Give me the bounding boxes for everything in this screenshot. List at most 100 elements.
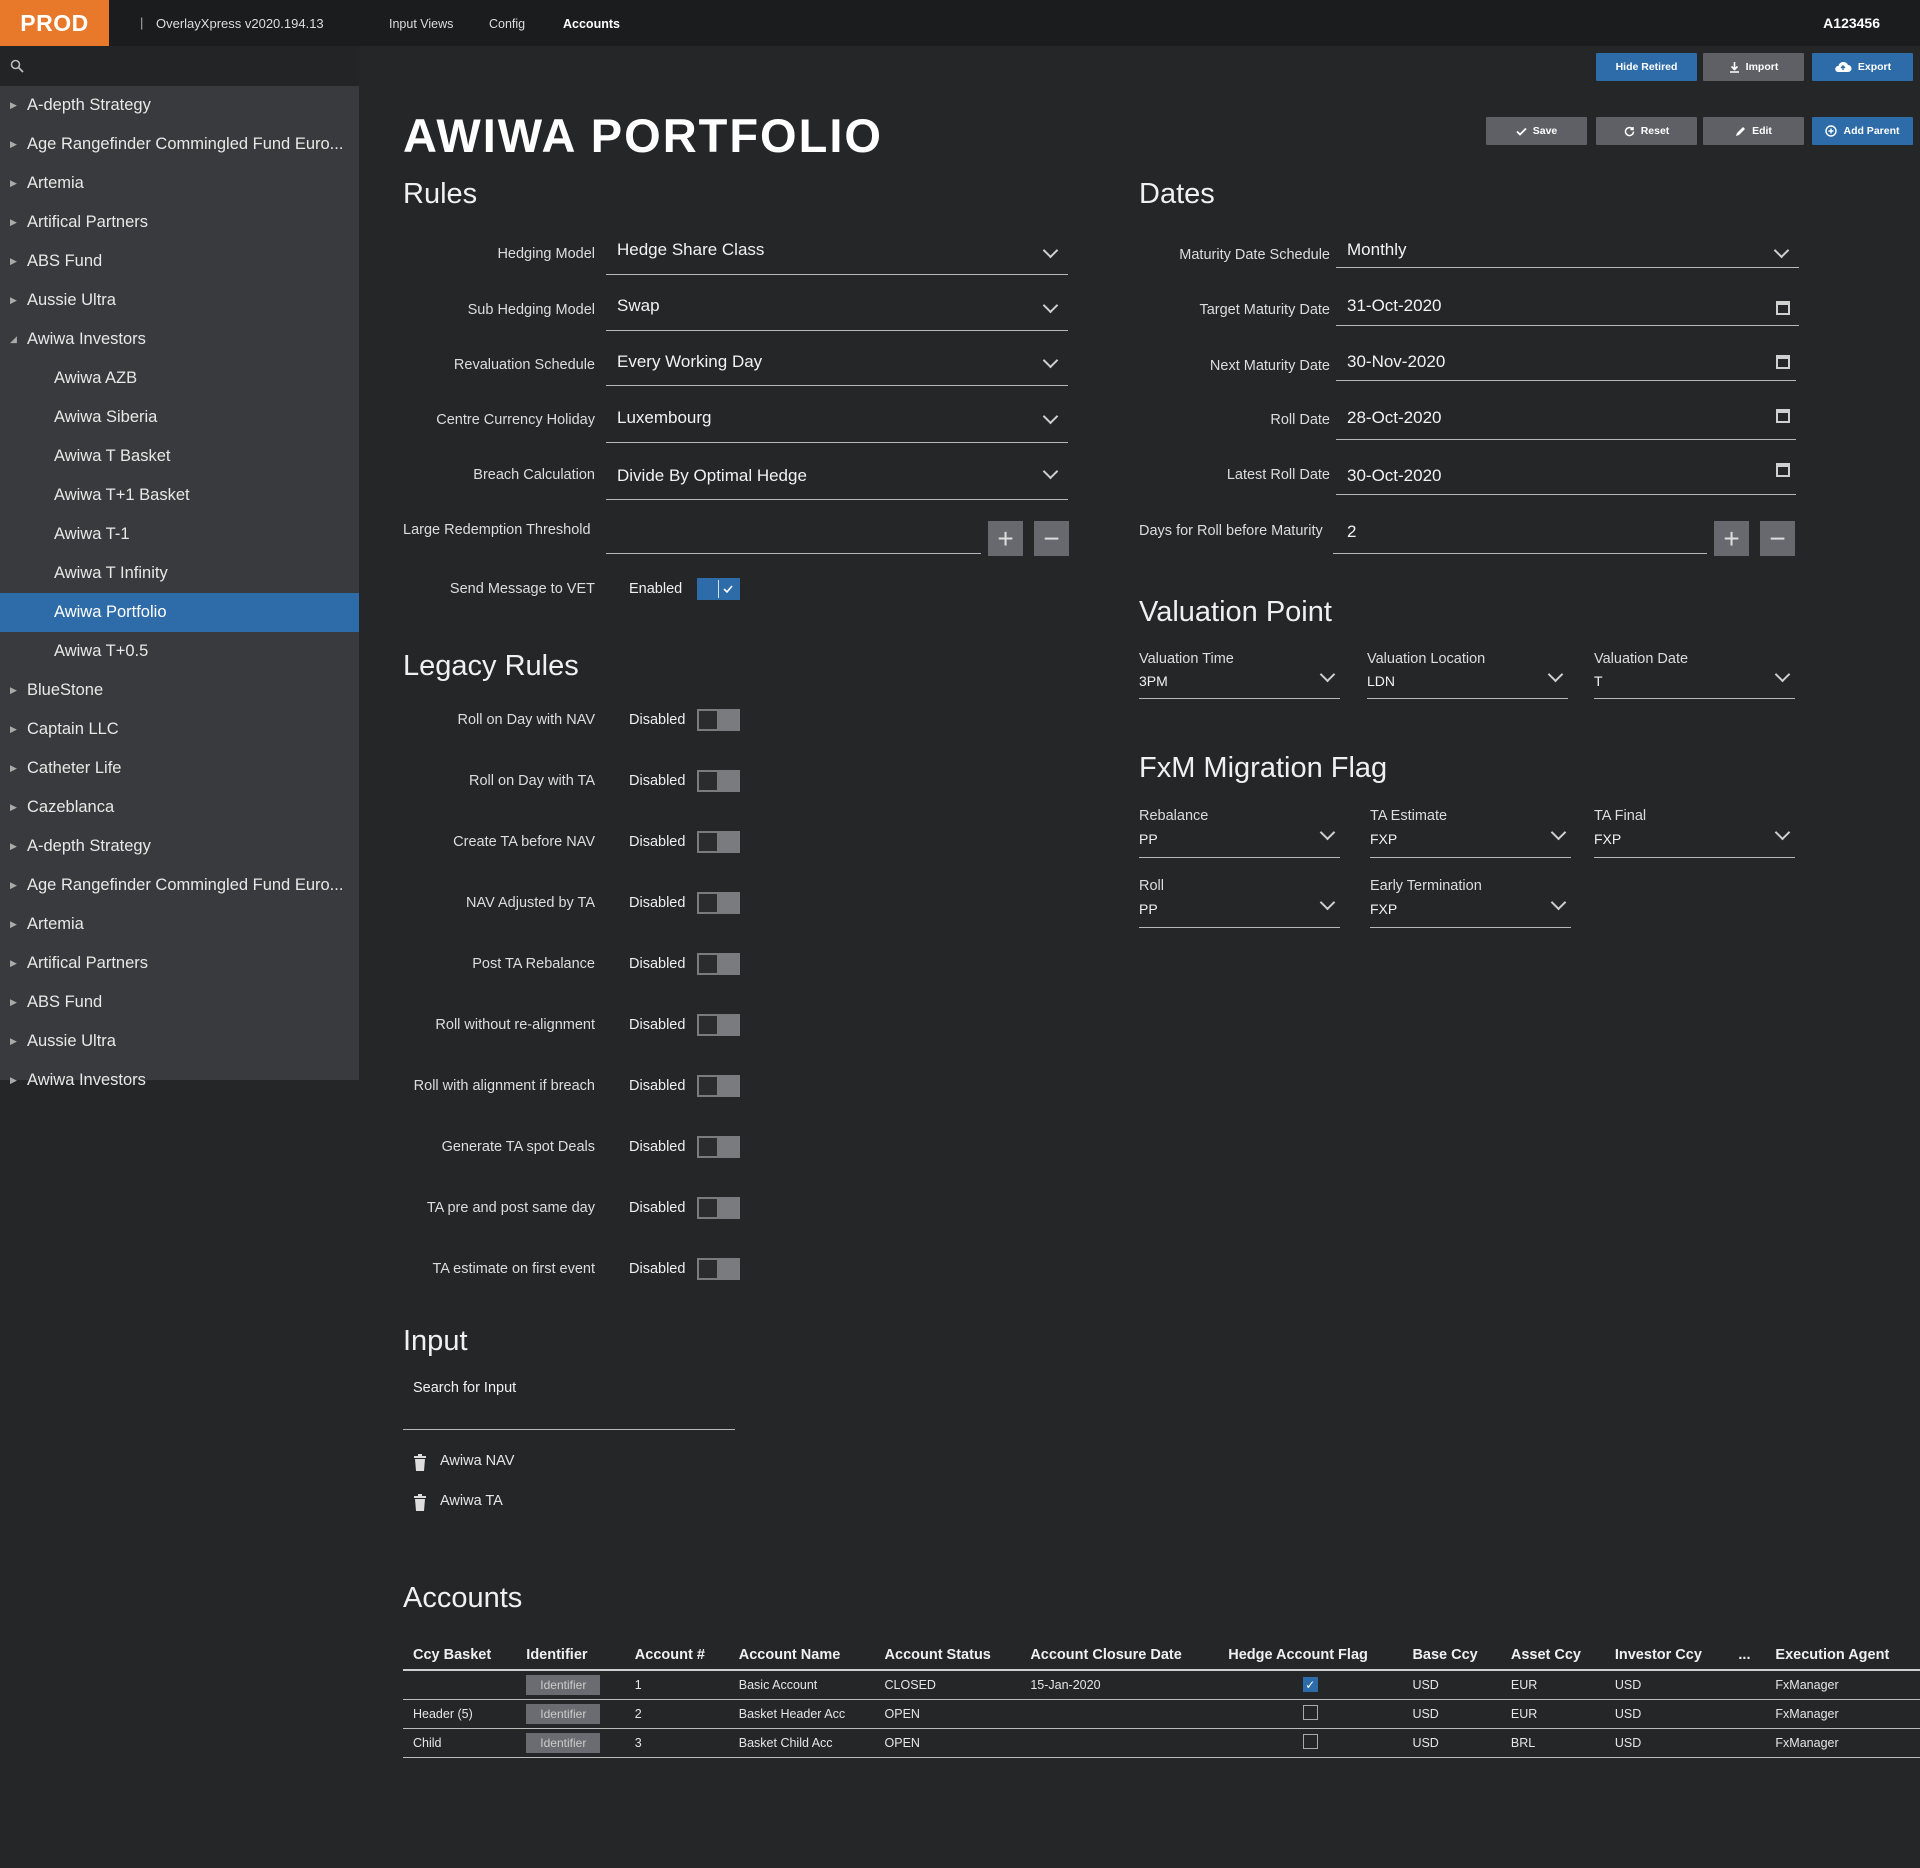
send-message-toggle[interactable] [697,578,740,600]
edit-button[interactable]: Edit [1703,117,1804,145]
sidebar-item[interactable]: ▶ Aussie Ultra [0,281,359,320]
sidebar-item[interactable]: Awiwa Siberia [0,398,359,437]
caret-right-icon[interactable]: ▶ [0,685,27,696]
trash-icon[interactable] [413,1454,427,1471]
hedge-flag-checkbox[interactable] [1302,1733,1318,1749]
sidebar-item[interactable]: ▶ Artemia [0,164,359,203]
sidebar-item[interactable]: ▶ Captain LLC [0,710,359,749]
sidebar-search[interactable] [0,46,359,86]
caret-right-icon[interactable]: ▶ [0,841,27,852]
sidebar-item[interactable]: ▶ BlueStone [0,671,359,710]
import-button[interactable]: Import [1703,53,1804,81]
column-header[interactable]: Investor Ccy [1604,1640,1729,1671]
decrement-button[interactable]: − [1760,521,1795,556]
caret-right-icon[interactable]: ▶ [0,217,27,228]
caret-expanded-icon[interactable]: ◢ [0,334,27,345]
legacy-rule-toggle[interactable] [697,831,740,853]
legacy-rule-toggle[interactable] [697,1258,740,1280]
identifier-button[interactable]: Identifier [526,1703,601,1724]
identifier-button[interactable]: Identifier [526,1732,601,1753]
legacy-rule-toggle[interactable] [697,1075,740,1097]
sidebar-item[interactable]: ▶ Aussie Ultra [0,1022,359,1061]
identifier-button[interactable]: Identifier [526,1674,601,1695]
sidebar-item[interactable]: ▶ Artifical Partners [0,944,359,983]
legacy-rule-toggle[interactable] [697,1136,740,1158]
caret-right-icon[interactable]: ▶ [0,178,27,189]
nav-input-views[interactable]: Input Views [389,17,453,31]
nav-config[interactable]: Config [489,17,525,31]
calendar-icon[interactable] [1776,409,1790,423]
table-row[interactable]: Header (5) Identifier 2 Basket Header Acc OP… [403,1699,1920,1729]
hide-retired-button[interactable]: Hide Retired [1596,53,1697,81]
column-header[interactable]: ... [1728,1640,1766,1671]
decrement-button[interactable]: − [1034,521,1069,556]
nav-accounts[interactable]: Accounts [563,17,620,31]
column-header[interactable]: Account Closure Date [1020,1640,1219,1671]
caret-right-icon[interactable]: ▶ [0,100,27,111]
sidebar-item[interactable]: ▶ Age Rangefinder Commingled Fund Euro... [0,866,359,905]
column-header[interactable]: Identifier [516,1640,625,1671]
caret-right-icon[interactable]: ▶ [0,139,27,150]
sidebar-item[interactable]: Awiwa Portfolio [0,593,359,632]
column-header[interactable]: Account Name [728,1640,875,1671]
calendar-icon[interactable] [1776,463,1790,477]
legacy-rule-toggle[interactable] [697,1014,740,1036]
caret-right-icon[interactable]: ▶ [0,724,27,735]
increment-button[interactable]: + [988,521,1023,556]
sub-hedging-model-label: Sub Hedging Model [467,302,595,318]
sidebar-item[interactable]: Awiwa T Infinity [0,554,359,593]
legacy-rule-toggle[interactable] [697,892,740,914]
caret-right-icon[interactable]: ▶ [0,763,27,774]
sidebar-item[interactable]: Awiwa T-1 [0,515,359,554]
trash-icon[interactable] [413,1494,427,1511]
hedge-flag-checkbox[interactable] [1302,1704,1318,1720]
caret-right-icon[interactable]: ▶ [0,1075,27,1086]
increment-button[interactable]: + [1714,521,1749,556]
caret-right-icon[interactable]: ▶ [0,1036,27,1047]
caret-right-icon[interactable]: ▶ [0,958,27,969]
column-header[interactable]: Account Status [874,1640,1021,1671]
sidebar-item[interactable]: ◢ Awiwa Investors [0,320,359,359]
caret-right-icon[interactable]: ▶ [0,997,27,1008]
table-row[interactable]: Identifier 1 Basic Account CLOSED 15-Jan-202… [403,1670,1920,1700]
sidebar-item[interactable]: Awiwa T+0.5 [0,632,359,671]
sidebar-item[interactable]: ▶ Artifical Partners [0,203,359,242]
legacy-rule-toggle[interactable] [697,953,740,975]
sidebar-item[interactable]: ▶ Catheter Life [0,749,359,788]
sidebar-item[interactable]: ▶ Awiwa Investors [0,1061,359,1100]
sidebar-item[interactable]: Awiwa AZB [0,359,359,398]
sidebar-item[interactable]: ▶ Cazeblanca [0,788,359,827]
sidebar-item[interactable]: ▶ Artemia [0,905,359,944]
column-header[interactable]: Base Ccy [1402,1640,1501,1671]
caret-right-icon[interactable]: ▶ [0,256,27,267]
caret-right-icon[interactable]: ▶ [0,919,27,930]
sidebar-item[interactable]: Awiwa T+1 Basket [0,476,359,515]
calendar-icon[interactable] [1776,355,1790,369]
sidebar-item[interactable]: ▶ Age Rangefinder Commingled Fund Euro... [0,125,359,164]
reset-button[interactable]: Reset [1596,117,1697,145]
column-header[interactable]: Execution Agent [1765,1640,1920,1671]
export-button[interactable]: Export [1812,53,1913,81]
user-id[interactable]: A123456 [1823,15,1880,31]
caret-right-icon[interactable]: ▶ [0,880,27,891]
add-parent-button[interactable]: Add Parent [1812,117,1913,145]
legacy-rule-toggle[interactable] [697,770,740,792]
sidebar-item[interactable]: ▶ A-depth Strategy [0,86,359,125]
caret-right-icon[interactable]: ▶ [0,802,27,813]
hedge-flag-checkbox[interactable]: ✓ [1302,1677,1318,1693]
column-header[interactable]: Ccy Basket [403,1640,517,1671]
column-header[interactable]: Account # [624,1640,729,1671]
calendar-icon[interactable] [1776,301,1790,315]
column-header[interactable]: Asset Ccy [1500,1640,1605,1671]
sidebar-item[interactable]: ▶ ABS Fund [0,242,359,281]
table-row[interactable]: Child Identifier 3 Basket Child Acc OPEN USD B… [403,1728,1920,1758]
sidebar-item[interactable]: Awiwa T Basket [0,437,359,476]
legacy-rule-toggle[interactable] [697,709,740,731]
column-header[interactable]: Hedge Account Flag [1218,1640,1403,1671]
plus-icon: + [997,522,1014,554]
caret-right-icon[interactable]: ▶ [0,295,27,306]
legacy-rule-toggle[interactable] [697,1197,740,1219]
sidebar-item[interactable]: ▶ A-depth Strategy [0,827,359,866]
sidebar-item[interactable]: ▶ ABS Fund [0,983,359,1022]
save-button[interactable]: Save [1486,117,1587,145]
